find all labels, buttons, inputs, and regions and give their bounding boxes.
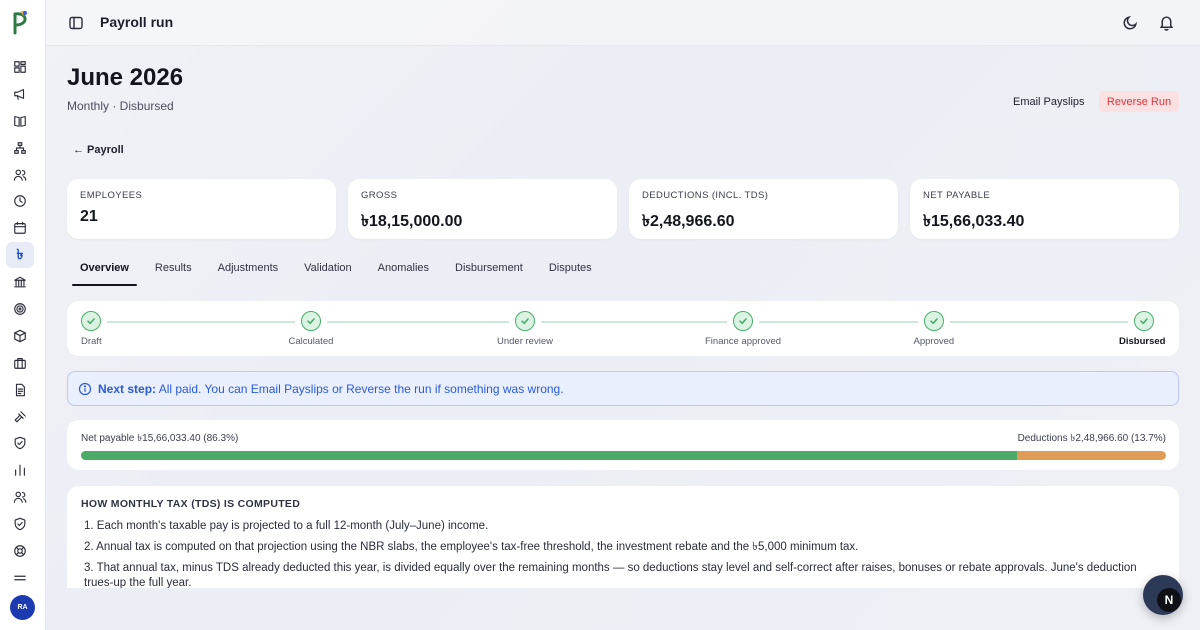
briefcase-icon[interactable] [6,350,34,376]
status-stepper: Draft Calculated Under review Finance appro… [67,301,1179,356]
check-icon [515,311,535,331]
moon-icon[interactable] [1122,14,1139,31]
clock-icon[interactable] [6,188,34,214]
payroll-icon[interactable]: ৳ [6,242,34,269]
step-label: Disbursed [1119,336,1166,347]
tab-disputes[interactable]: Disputes [541,262,600,286]
tab-bar: Overview Results Adjustments Validation … [72,262,610,286]
stat-value: 21 [80,208,98,225]
gavel-icon[interactable] [6,404,34,430]
tab-validation[interactable]: Validation [296,262,360,286]
step-connector [759,321,918,323]
list-item: 2. Annual tax is computed on that projec… [84,541,859,553]
check-icon [301,311,321,331]
check-icon [733,311,753,331]
back-to-payroll-link[interactable]: ← Payroll [73,144,124,156]
tab-adjustments[interactable]: Adjustments [210,262,287,286]
check-icon [924,311,944,331]
next-step-message: All paid. You can Email Payslips or Reve… [156,382,564,396]
shield-check-icon[interactable] [6,511,34,537]
next-step-banner: Next step: All paid. You can Email Paysl… [67,371,1179,406]
split-progress-bar [81,451,1166,460]
page-subtitle: Monthly · Disbursed [67,99,174,113]
avatar[interactable]: RA [10,595,35,620]
step-label: Calculated [288,336,334,347]
assistant-button[interactable]: N [1143,575,1183,615]
net-deduction-split: Net payable ৳15,66,033.40 (86.3%) Deduct… [67,420,1179,470]
bell-icon[interactable] [1158,14,1175,31]
stat-card-gross: GROSS ৳18,15,000.00 [348,179,617,239]
step-connector [327,321,509,323]
page-heading: Payroll run [100,14,174,30]
support-icon[interactable] [6,538,34,564]
book-icon[interactable] [6,108,34,134]
sidebar-toggle-icon[interactable] [68,15,84,31]
users-icon[interactable] [6,162,34,188]
document-icon[interactable] [6,377,34,403]
stat-card-net-payable: NET PAYABLE ৳15,66,033.40 [910,179,1179,239]
check-icon [81,311,101,331]
assistant-icon: N [1157,588,1181,612]
page-title: June 2026 [67,64,184,91]
app-logo-icon[interactable] [9,10,31,36]
megaphone-icon[interactable] [6,81,34,107]
target-icon[interactable] [6,296,34,322]
stat-label: EMPLOYEES [80,190,143,201]
reverse-run-button[interactable]: Reverse Run [1099,91,1179,112]
shield-icon[interactable] [6,430,34,456]
step-label: Approved [913,336,955,347]
tab-disbursement[interactable]: Disbursement [447,262,531,286]
stat-value: ৳2,48,966.60 [642,213,735,230]
tab-results[interactable]: Results [147,262,200,286]
stat-card-employees: EMPLOYEES 21 [67,179,336,239]
explanation-title: HOW MONTHLY TAX (TDS) IS COMPUTED [81,498,301,510]
step-connector [541,321,727,323]
calendar-icon[interactable] [6,215,34,241]
email-payslips-button[interactable]: Email Payslips [1006,91,1092,112]
step-connector [950,321,1128,323]
net-payable-fill [81,451,1018,460]
stat-value: ৳15,66,033.40 [923,213,1025,230]
explanation-list: 1. Each month's taxable pay is projected… [84,519,1159,588]
dashboard-icon[interactable] [6,54,34,80]
next-step-text: Next step: All paid. You can Email Paysl… [98,382,564,396]
next-step-label: Next step: [98,382,157,396]
list-item: 3. That annual tax, minus TDS already de… [84,562,1137,588]
deductions-label: Deductions ৳2,48,966.60 (13.7%) [1017,433,1166,444]
people-icon[interactable] [6,484,34,510]
bank-icon[interactable] [6,269,34,295]
tds-explanation: HOW MONTHLY TAX (TDS) IS COMPUTED 1. Eac… [67,486,1179,588]
stat-card-deductions: DEDUCTIONS (INCL. TDS) ৳2,48,966.60 [629,179,898,239]
bar-chart-icon[interactable] [6,457,34,483]
top-bar: Payroll run [46,0,1200,46]
list-item: 1. Each month's taxable pay is projected… [84,520,489,532]
info-icon [78,382,92,396]
package-icon[interactable] [6,323,34,349]
org-chart-icon[interactable] [6,135,34,161]
stat-label: NET PAYABLE [923,190,991,201]
tab-overview[interactable]: Overview [72,262,137,286]
stat-label: DEDUCTIONS (INCL. TDS) [642,190,769,201]
net-payable-label: Net payable ৳15,66,033.40 (86.3%) [81,433,239,444]
stat-label: GROSS [361,190,398,201]
sidebar: ৳ RA [0,0,46,630]
step-label: Draft [81,336,102,347]
stat-value: ৳18,15,000.00 [361,213,463,230]
tab-anomalies[interactable]: Anomalies [370,262,437,286]
more-icon[interactable] [6,565,34,591]
step-connector [107,321,295,323]
step-label: Finance approved [705,336,782,347]
check-icon [1134,311,1154,331]
step-label: Under review [497,336,553,347]
